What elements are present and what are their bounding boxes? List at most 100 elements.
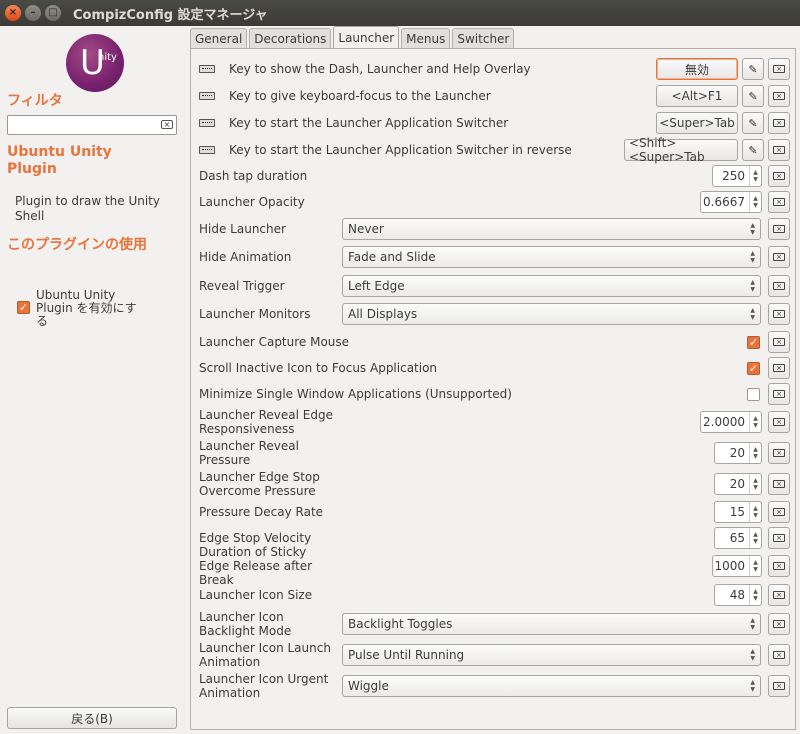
- reset-button[interactable]: ×: [768, 357, 790, 379]
- pressure-decay-spinbox[interactable]: 15 ▲ ▼: [714, 501, 762, 523]
- launcher-opacity-spinbox[interactable]: 0.6667 ▲ ▼: [700, 191, 762, 213]
- capture-mouse-checkbox[interactable]: ✓: [747, 335, 760, 349]
- reset-button[interactable]: ×: [768, 303, 790, 325]
- tab-switcher[interactable]: Switcher: [452, 28, 515, 48]
- spin-arrows[interactable]: ▲ ▼: [749, 443, 761, 463]
- spin-down-icon[interactable]: ▼: [753, 202, 758, 209]
- minimize-window-button[interactable]: –: [25, 5, 41, 21]
- filter-heading: フィルタ: [7, 93, 63, 109]
- reset-button[interactable]: ×: [768, 675, 790, 697]
- reset-button[interactable]: ×: [768, 473, 790, 495]
- setting-label: Launcher Icon Backlight Mode: [199, 610, 292, 638]
- reset-button[interactable]: ×: [768, 501, 790, 523]
- hide-animation-dropdown[interactable]: Fade and Slide ▲ ▼: [342, 246, 761, 268]
- dropdown-value: Fade and Slide: [348, 250, 436, 264]
- reset-button[interactable]: ×: [768, 613, 790, 635]
- edit-icon[interactable]: ✎: [742, 139, 764, 161]
- edit-icon[interactable]: ✎: [742, 58, 764, 80]
- reset-button[interactable]: ×: [768, 275, 790, 297]
- reset-button[interactable]: ×: [768, 555, 790, 577]
- tab-decorations[interactable]: Decorations: [249, 28, 332, 48]
- key-binding-button[interactable]: 無効: [656, 58, 738, 80]
- spin-arrows[interactable]: ▲ ▼: [749, 192, 761, 212]
- reset-button[interactable]: ×: [768, 246, 790, 268]
- setting-row: Launcher Icon Size 48 ▲ ▼ ×: [199, 584, 795, 606]
- spin-arrows[interactable]: ▲ ▼: [749, 412, 761, 432]
- reveal-trigger-dropdown[interactable]: Left Edge ▲ ▼: [342, 275, 761, 297]
- reset-button[interactable]: ×: [768, 383, 790, 405]
- reset-button[interactable]: ×: [768, 411, 790, 433]
- spin-down-icon[interactable]: ▼: [753, 538, 758, 545]
- hide-launcher-dropdown[interactable]: Never ▲ ▼: [342, 218, 761, 240]
- spin-up-icon[interactable]: ▲: [753, 559, 758, 566]
- spin-up-icon[interactable]: ▲: [753, 505, 758, 512]
- spin-up-icon[interactable]: ▲: [753, 169, 758, 176]
- key-binding-button[interactable]: <Alt>F1: [656, 85, 738, 107]
- spin-up-icon[interactable]: ▲: [753, 446, 758, 453]
- spin-arrows[interactable]: ▲ ▼: [749, 166, 761, 186]
- spin-up-icon[interactable]: ▲: [753, 195, 758, 202]
- spin-up-icon[interactable]: ▲: [753, 531, 758, 538]
- reset-button[interactable]: ×: [768, 139, 790, 161]
- dash-tap-duration-spinbox[interactable]: 250 ▲ ▼: [712, 165, 762, 187]
- reset-button[interactable]: ×: [768, 584, 790, 606]
- clear-filter-icon[interactable]: ×: [161, 120, 173, 129]
- reset-button[interactable]: ×: [768, 85, 790, 107]
- spin-down-icon[interactable]: ▼: [753, 422, 758, 429]
- spin-down-icon[interactable]: ▼: [753, 484, 758, 491]
- scroll-inactive-checkbox[interactable]: ✓: [747, 361, 760, 375]
- spin-down-icon[interactable]: ▼: [753, 512, 758, 519]
- backlight-mode-dropdown[interactable]: Backlight Toggles ▲ ▼: [342, 613, 761, 635]
- tab-general[interactable]: General: [190, 28, 248, 48]
- enable-plugin-row[interactable]: ✓ Ubuntu Unity Plugin を有効にする: [17, 289, 146, 328]
- tab-menus[interactable]: Menus: [401, 28, 451, 48]
- icon-size-spinbox[interactable]: 48 ▲ ▼: [714, 584, 762, 606]
- reset-button[interactable]: ×: [768, 644, 790, 666]
- spin-arrows[interactable]: ▲ ▼: [749, 528, 761, 548]
- reset-button[interactable]: ×: [768, 527, 790, 549]
- spin-arrows[interactable]: ▲ ▼: [749, 556, 761, 576]
- reset-button[interactable]: ×: [768, 442, 790, 464]
- reset-icon: ×: [773, 534, 785, 542]
- tab-launcher[interactable]: Launcher: [333, 26, 400, 48]
- spin-down-icon[interactable]: ▼: [753, 595, 758, 602]
- close-window-button[interactable]: ×: [5, 5, 21, 21]
- spin-down-icon[interactable]: ▼: [753, 176, 758, 183]
- edit-icon[interactable]: ✎: [742, 112, 764, 134]
- spin-arrows[interactable]: ▲ ▼: [749, 474, 761, 494]
- filter-input[interactable]: ×: [7, 115, 177, 135]
- reset-button[interactable]: ×: [768, 331, 790, 353]
- dropdown-arrows-icon: ▲ ▼: [750, 307, 755, 321]
- reset-button[interactable]: ×: [768, 165, 790, 187]
- enable-plugin-checkbox[interactable]: ✓: [17, 301, 30, 314]
- spin-arrows[interactable]: ▲ ▼: [749, 502, 761, 522]
- spin-down-icon[interactable]: ▼: [753, 453, 758, 460]
- minimize-single-checkbox[interactable]: [747, 387, 760, 401]
- edge-stop-velocity-spinbox[interactable]: 65 ▲ ▼: [714, 527, 762, 549]
- spin-down-icon[interactable]: ▼: [753, 566, 758, 573]
- spin-up-icon[interactable]: ▲: [753, 588, 758, 595]
- edge-stop-pressure-spinbox[interactable]: 20 ▲ ▼: [714, 473, 762, 495]
- reset-button[interactable]: ×: [768, 112, 790, 134]
- dropdown-arrows-icon: ▲ ▼: [750, 222, 755, 236]
- reveal-pressure-spinbox[interactable]: 20 ▲ ▼: [714, 442, 762, 464]
- spin-up-icon[interactable]: ▲: [753, 415, 758, 422]
- setting-row: Dash tap duration 250 ▲ ▼ ×: [199, 165, 795, 187]
- setting-label: Launcher Monitors: [199, 307, 311, 321]
- reset-button[interactable]: ×: [768, 191, 790, 213]
- key-binding-button[interactable]: <Shift><Super>Tab: [624, 136, 738, 164]
- launcher-settings-panel: Key to show the Dash, Launcher and Help …: [190, 48, 796, 730]
- maximize-window-button[interactable]: □: [45, 5, 61, 21]
- back-button[interactable]: 戻る(B): [7, 707, 177, 729]
- urgent-animation-dropdown[interactable]: Wiggle ▲ ▼: [342, 675, 761, 697]
- key-binding-button[interactable]: <Super>Tab: [656, 112, 738, 134]
- spin-arrows[interactable]: ▲ ▼: [749, 585, 761, 605]
- edit-icon[interactable]: ✎: [742, 85, 764, 107]
- spin-up-icon[interactable]: ▲: [753, 477, 758, 484]
- reset-button[interactable]: ×: [768, 218, 790, 240]
- reset-button[interactable]: ×: [768, 58, 790, 80]
- reveal-edge-responsiveness-spinbox[interactable]: 2.0000 ▲ ▼: [700, 411, 762, 433]
- launch-animation-dropdown[interactable]: Pulse Until Running ▲ ▼: [342, 644, 761, 666]
- launcher-monitors-dropdown[interactable]: All Displays ▲ ▼: [342, 303, 761, 325]
- sticky-edge-duration-spinbox[interactable]: 1000 ▲ ▼: [712, 555, 762, 577]
